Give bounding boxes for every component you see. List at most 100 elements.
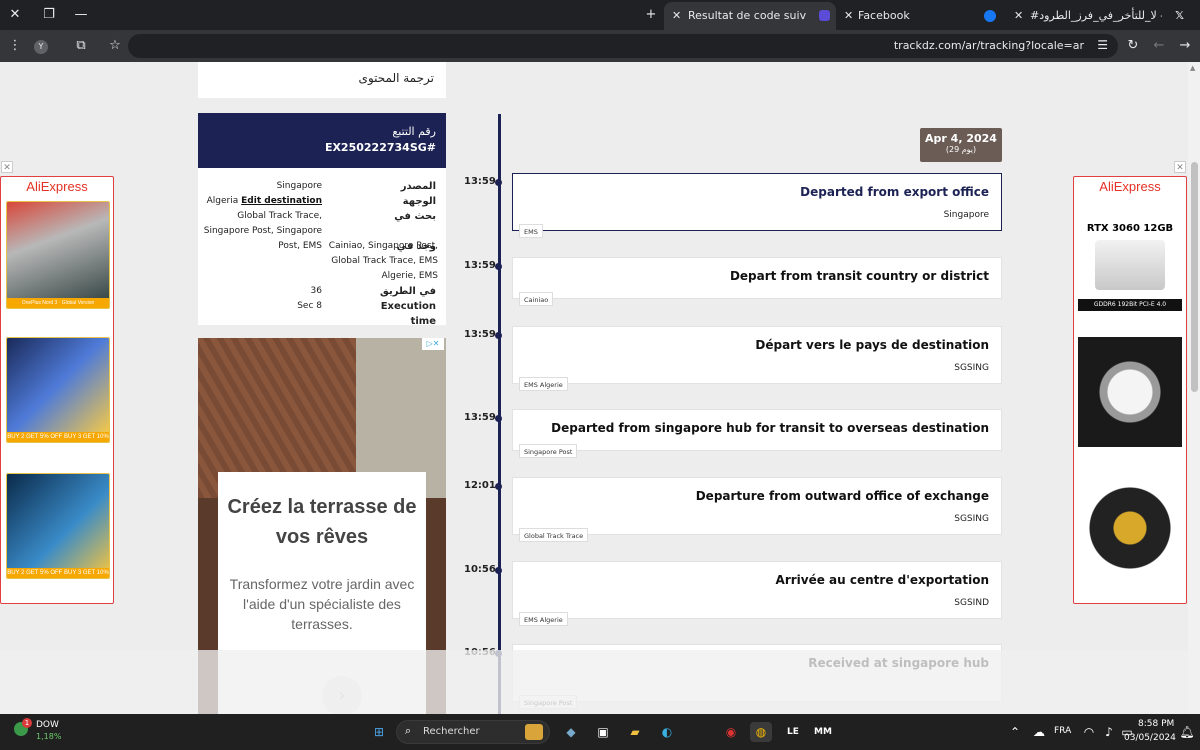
- ad-product[interactable]: OnePlus Nord 3 · Global Version: [6, 201, 110, 309]
- event-source: Singapore Post: [519, 444, 578, 458]
- search-highlight-icon: [525, 724, 543, 740]
- tracking-event: Departure from outward office of exchang…: [512, 477, 1002, 542]
- timeline-dot: [495, 483, 502, 490]
- scrollbar-thumb[interactable]: [1191, 162, 1198, 392]
- close-tab-icon[interactable]: ✕: [1014, 2, 1023, 30]
- event-time: 13:59: [464, 176, 496, 187]
- ad-product[interactable]: BUY 2 GET 5% OFF BUY 3 GET 10% OFF: [6, 473, 110, 579]
- tracking-header: رقم التتبع EX250222734SG#: [198, 113, 446, 168]
- browser-titlebar: ✕ ❐ — + ✕ Resultat de code suivi #EX2502…: [0, 0, 1200, 30]
- site-settings-icon[interactable]: ☰: [1097, 38, 1108, 52]
- show-hidden-icons-chevron-icon[interactable]: ⌃: [1004, 722, 1026, 742]
- clock-time[interactable]: 8:58 PM: [1138, 719, 1174, 729]
- tab-x[interactable]: ✕ #لا_للتأخر_في_فرز_الطرود - X / ...h 𝕏: [1010, 2, 1190, 30]
- date-badge: Apr 4, 2024 (29 يوم): [920, 128, 1002, 162]
- le-app-icon[interactable]: LE: [782, 722, 804, 742]
- ad-product[interactable]: RTX 3060 12GB GDDR6 192Bit PCI-E 4.0: [1078, 201, 1182, 311]
- event-source: Cainiao: [519, 292, 554, 306]
- timeline-dot: [495, 332, 502, 339]
- gpu-image: [1095, 240, 1165, 290]
- event-date: Apr 4, 2024: [925, 132, 997, 145]
- close-tab-icon[interactable]: ✕: [844, 2, 853, 30]
- adchoices-icon[interactable]: ▷✕: [422, 338, 444, 350]
- flight-controller-image[interactable]: [1078, 473, 1182, 583]
- right-side-ad[interactable]: AliExpress RTX 3060 12GB GDDR6 192Bit PC…: [1073, 176, 1187, 604]
- task-view-icon[interactable]: ▣: [592, 722, 614, 742]
- tab-facebook[interactable]: ✕ Facebook: [840, 2, 1000, 30]
- menu-dots-icon[interactable]: ⋮: [4, 35, 26, 57]
- event-location: SGSING: [954, 514, 989, 524]
- new-tab-icon[interactable]: +: [640, 4, 662, 26]
- event-time: 13:59: [464, 412, 496, 423]
- windows-taskbar: 1 DOW 1,18% ⊞ ⌕ Rechercher ◆ ▣ ▰ ◐ ◉ ◍ L…: [0, 714, 1200, 750]
- notifications-bell-icon[interactable]: 🔔︎: [1176, 722, 1198, 742]
- tracking-event: Departed from singapore hub for transit …: [512, 409, 1002, 458]
- clock-date[interactable]: 03/05/2024: [1124, 733, 1176, 743]
- event-source: EMS Algerie: [519, 612, 568, 626]
- url-text[interactable]: trackdz.com/ar/tracking?locale=ar: [894, 34, 1084, 58]
- tracking-event: Departed from export office Singapore EMS: [512, 173, 1002, 238]
- destination-country: Algeria: [206, 196, 239, 206]
- close-window-icon[interactable]: ✕: [4, 4, 26, 26]
- tab-tracking[interactable]: ✕ Resultat de code suivi #EX2502: [664, 2, 836, 30]
- row-value: Global Track Trace, Singapore Post, Sing…: [203, 211, 322, 251]
- file-explorer-icon[interactable]: ▰: [624, 722, 646, 742]
- restore-window-icon[interactable]: ❐: [38, 4, 60, 26]
- copilot-icon[interactable]: ◆: [560, 722, 582, 742]
- edit-destination-link[interactable]: Edit destination: [241, 196, 322, 206]
- minimize-window-icon[interactable]: —: [70, 4, 92, 26]
- monitor-image: [7, 338, 109, 432]
- translate-content-button[interactable]: ترجمة المحتوى: [198, 62, 446, 98]
- row-key: في الطريق: [379, 286, 436, 297]
- forward-icon[interactable]: ←: [1148, 35, 1170, 57]
- close-tab-icon[interactable]: ✕: [672, 2, 681, 30]
- event-time: 13:59: [464, 329, 496, 340]
- event-source: EMS: [519, 224, 543, 238]
- bookmark-star-icon[interactable]: ☆: [104, 35, 126, 57]
- language-indicator[interactable]: FRA: [1054, 726, 1071, 736]
- edge-icon[interactable]: ◐: [656, 722, 678, 742]
- tracking-event: Depart from transit country or district C…: [512, 257, 1002, 306]
- tracking-number: EX250222734SG#: [324, 141, 436, 154]
- notification-badge: 1: [22, 718, 32, 728]
- page-scrollbar[interactable]: ▲: [1188, 62, 1200, 714]
- ad-product[interactable]: BUY 2 GET 5% OFF BUY 3 GET 10% OFF: [6, 337, 110, 443]
- profile-avatar-icon[interactable]: Y: [30, 35, 52, 57]
- row-value: Singapore: [276, 181, 322, 191]
- facebook-icon: [984, 10, 996, 22]
- days-ago: (29 يوم): [945, 145, 977, 154]
- product-spec: GDDR6 192Bit PCI-E 4.0: [1078, 299, 1182, 311]
- row-value: 36: [310, 286, 322, 296]
- event-title: Departed from export office: [800, 185, 989, 199]
- chrome-icon[interactable]: ◍: [750, 722, 772, 742]
- ad-body: Transformez votre jardin avec l'aide d'u…: [229, 576, 415, 632]
- event-title: Departure from outward office of exchang…: [695, 489, 989, 503]
- tracking-number-label: رقم التتبع: [392, 125, 436, 138]
- mm-app-icon[interactable]: MM: [812, 722, 834, 742]
- tab-label: Resultat de code suivi #EX2502: [688, 9, 806, 22]
- event-source: EMS Algerie: [519, 377, 568, 391]
- stock-change: 1,18%: [36, 732, 62, 741]
- page-content: ✕ AliExpress OnePlus Nord 3 · Global Ver…: [0, 62, 1200, 714]
- close-ad-icon[interactable]: ✕: [1, 161, 13, 173]
- reload-icon[interactable]: ↻: [1122, 35, 1144, 57]
- row-value: Sec 8: [297, 301, 322, 311]
- left-side-ad[interactable]: AliExpress OnePlus Nord 3 · Global Versi…: [0, 176, 114, 604]
- windows-start-icon[interactable]: ⊞: [368, 722, 390, 742]
- cloud-icon[interactable]: ☁: [1028, 722, 1050, 742]
- extensions-icon[interactable]: ⧉: [70, 35, 92, 57]
- wifi-icon[interactable]: ◠: [1078, 722, 1100, 742]
- app-icon[interactable]: ◉: [720, 722, 742, 742]
- translate-label: ترجمة المحتوى: [358, 71, 434, 85]
- back-icon[interactable]: →: [1174, 35, 1196, 57]
- taskbar-search[interactable]: ⌕ Rechercher: [396, 720, 550, 744]
- stock-widget[interactable]: 1 DOW 1,18%: [14, 718, 94, 744]
- watch-image[interactable]: [1078, 337, 1182, 447]
- close-ad-icon[interactable]: ✕: [1174, 161, 1186, 173]
- tab-favicon-icon: [819, 10, 830, 21]
- event-time: 13:59: [464, 260, 496, 271]
- bottom-fade-overlay: [0, 650, 1188, 714]
- event-time: 12:01: [464, 480, 496, 491]
- address-bar[interactable]: trackdz.com/ar/tracking?locale=ar ☰: [128, 34, 1118, 58]
- tab-label: Facebook: [858, 9, 910, 22]
